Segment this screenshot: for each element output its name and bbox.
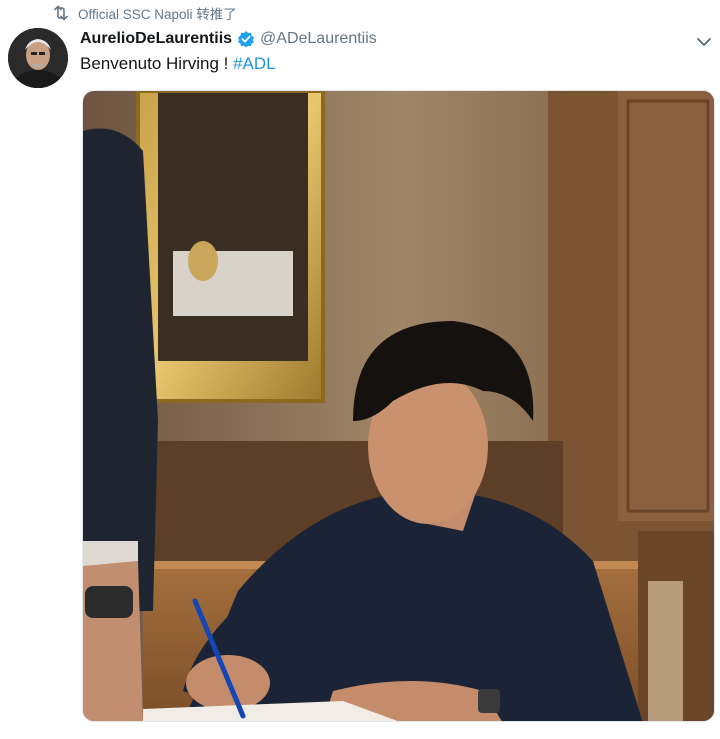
tweet-text-body: Benvenuto Hirving ! [80,54,234,73]
tweet-header: AurelioDeLaurentiis @ADeLaurentiis [80,28,377,50]
retweet-label[interactable]: Official SSC Napoli 转推了 [78,3,237,23]
display-name[interactable]: AurelioDeLaurentiis [80,30,232,48]
avatar[interactable] [8,28,68,88]
retweet-context[interactable]: Official SSC Napoli 转推了 [52,4,237,22]
chevron-down-icon[interactable] [694,32,714,52]
handle[interactable]: @ADeLaurentiis [260,30,377,48]
retweet-icon [52,4,70,22]
tweet-text: Benvenuto Hirving ! #ADL [80,54,276,74]
tweet-photo[interactable] [82,90,715,722]
verified-icon [237,30,255,48]
hashtag-link[interactable]: #ADL [233,54,276,73]
